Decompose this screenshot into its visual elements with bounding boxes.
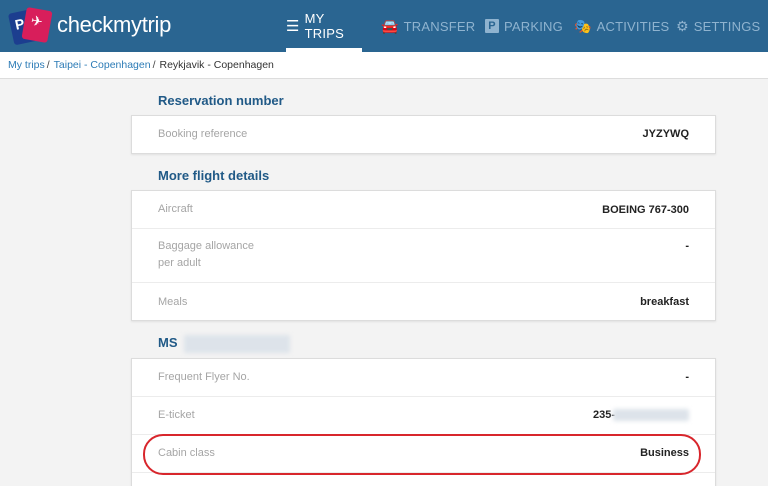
baggage-row: Baggage allowance per adult - (132, 229, 715, 283)
breadcrumb-separator: / (46, 59, 50, 71)
breadcrumb-my-trips[interactable]: My trips (8, 59, 45, 71)
nav-activities-label: ACTIVITIES (596, 18, 670, 34)
top-navigation-bar: P ✈ checkmytrip ☰ MY TRIPS 🚘 TRANSFER P P… (0, 0, 768, 52)
nav-my-trips[interactable]: ☰ MY TRIPS (286, 0, 362, 52)
brand-name[interactable]: checkmytrip (57, 12, 171, 38)
gear-icon: ⚙ (676, 18, 689, 34)
reservation-section-title: Reservation number (158, 93, 284, 108)
frequent-flyer-row: Frequent Flyer No. - (132, 359, 715, 397)
nav-transfer-label: TRANSFER (403, 18, 476, 34)
baggage-label-line1: Baggage allowance (158, 240, 255, 252)
list-icon: ☰ (286, 17, 300, 35)
reservation-card: Booking reference JYZYWQ (131, 115, 716, 154)
flight-details-card: Aircraft BOEING 767-300 Baggage allowanc… (131, 190, 716, 321)
nav-settings-label: SETTINGS (693, 18, 761, 34)
baggage-label-line2: per adult (158, 257, 201, 269)
baggage-value: - (685, 240, 689, 252)
booking-reference-row: Booking reference JYZYWQ (132, 116, 715, 153)
theater-masks-icon: 🎭 (574, 18, 592, 34)
passenger-section-title: MS (158, 335, 178, 350)
nav-settings[interactable]: ⚙ SETTINGS (676, 0, 760, 52)
passenger-title-prefix: MS (158, 335, 178, 350)
frequent-flyer-label: Frequent Flyer No. (158, 371, 250, 383)
meals-value: breakfast (640, 296, 689, 308)
meals-label: Meals (158, 296, 188, 308)
aircraft-label: Aircraft (158, 203, 193, 215)
redacted-eticket-number (613, 409, 689, 421)
aircraft-value: BOEING 767-300 (602, 204, 689, 216)
breadcrumb: My trips / Taipei - Copenhagen / Reykjav… (0, 52, 768, 79)
car-icon: 🚘 (381, 18, 399, 34)
nav-parking-label: PARKING (504, 18, 563, 34)
booking-reference-value: JYZYWQ (642, 128, 689, 140)
eticket-label: E-ticket (158, 409, 195, 421)
breadcrumb-current: Reykjavik - Copenhagen (159, 59, 274, 71)
breadcrumb-separator: / (152, 59, 156, 71)
flight-details-section-title: More flight details (158, 168, 270, 183)
nav-parking[interactable]: P PARKING (485, 0, 563, 52)
eticket-value: 235- (592, 409, 615, 421)
next-row-label-partial: · (158, 481, 162, 486)
parking-icon: P (485, 19, 499, 33)
breadcrumb-taipei-copenhagen[interactable]: Taipei - Copenhagen (54, 59, 151, 71)
meals-row: Meals breakfast (132, 283, 715, 320)
nav-my-trips-label: MY TRIPS (304, 11, 344, 41)
redacted-passenger-name (184, 335, 290, 353)
checkmytrip-logo-icon[interactable]: P ✈ (7, 6, 53, 46)
frequent-flyer-value: - (685, 371, 689, 383)
nav-transfer[interactable]: 🚘 TRANSFER (381, 0, 475, 52)
aircraft-row: Aircraft BOEING 767-300 (132, 191, 715, 229)
booking-reference-label: Booking reference (158, 128, 248, 140)
eticket-row: E-ticket 235- (132, 397, 715, 435)
nav-activities[interactable]: 🎭 ACTIVITIES (574, 0, 669, 52)
cabin-class-highlight-annotation (143, 434, 701, 475)
